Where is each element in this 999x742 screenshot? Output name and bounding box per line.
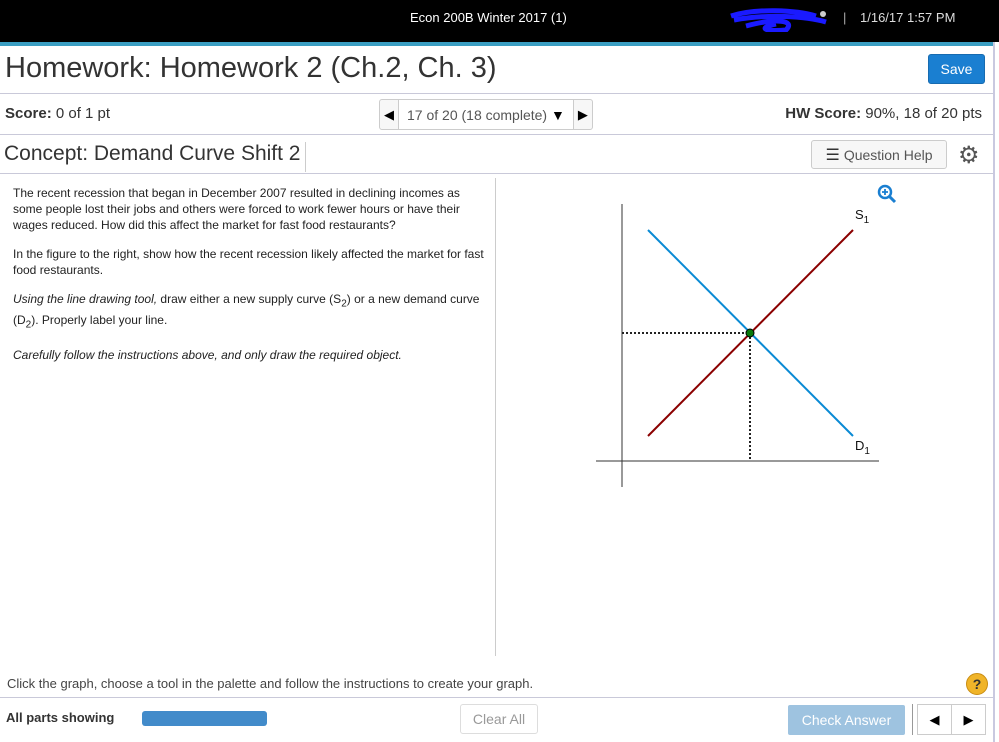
progress-fill xyxy=(142,711,267,726)
divider xyxy=(0,697,993,698)
supply-demand-graph[interactable]: S1 D1 xyxy=(0,0,999,742)
label-letter: D xyxy=(855,438,864,453)
label-subscript: 1 xyxy=(864,446,870,457)
parts-progress-bar xyxy=(142,711,267,726)
zoom-in-icon[interactable] xyxy=(877,184,897,204)
demand-label: D1 xyxy=(855,438,870,457)
prev-part-button[interactable]: ◀ xyxy=(917,704,952,735)
graph-hint: Click the graph, choose a tool in the pa… xyxy=(7,676,534,691)
check-answer-button[interactable]: Check Answer xyxy=(788,705,905,735)
supply-label: S1 xyxy=(855,207,870,226)
label-subscript: 1 xyxy=(864,215,870,226)
clear-all-button[interactable]: Clear All xyxy=(460,704,538,734)
parts-label: All parts showing xyxy=(6,710,115,725)
equilibrium-point[interactable] xyxy=(745,328,755,338)
part-nav: ◀ ▶ xyxy=(912,704,986,735)
next-part-button[interactable]: ▶ xyxy=(952,704,986,735)
label-letter: S xyxy=(855,207,864,222)
help-icon[interactable]: ? xyxy=(966,673,988,695)
